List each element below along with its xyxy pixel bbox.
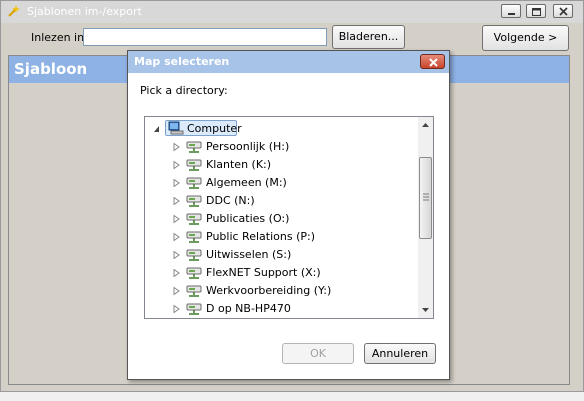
tree-item-label: Uitwisselen (S:)	[206, 248, 292, 261]
expand-arrow-icon[interactable]	[173, 233, 180, 241]
cancel-button[interactable]: Annuleren	[364, 343, 436, 364]
tree-item-label: Public Relations (P:)	[206, 230, 315, 243]
collapse-arrow-icon[interactable]	[153, 125, 160, 133]
network-drive-icon	[186, 213, 202, 225]
tree-item-label: Klanten (K:)	[206, 158, 272, 171]
dialog-title: Map selecteren	[134, 55, 230, 68]
main-titlebar[interactable]: Sjablonen im-/export	[1, 1, 583, 23]
select-folder-dialog: Map selecteren Pick a directory: Compute…	[127, 50, 450, 380]
template-panel-title: Sjabloon	[14, 60, 88, 78]
scroll-thumb[interactable]	[419, 157, 432, 239]
network-drive-icon	[186, 159, 202, 171]
arrow-down-icon	[422, 308, 429, 312]
close-button[interactable]	[553, 4, 573, 18]
minimize-button[interactable]	[501, 4, 521, 18]
tree-item-drive[interactable]: Persoonlijk (H:)	[145, 138, 417, 156]
directory-tree[interactable]: Computer Persoonlijk (H:) Klanten (K:) Alg…	[144, 116, 434, 319]
tree-item-drive[interactable]: D op NB-HP470	[145, 300, 417, 318]
tree-item-label: Werkvoorbereiding (Y:)	[206, 284, 332, 297]
tree-item-drive[interactable]: Algemeen (M:)	[145, 174, 417, 192]
tree-item-drive[interactable]: Werkvoorbereiding (Y:)	[145, 282, 417, 300]
expand-arrow-icon[interactable]	[173, 179, 180, 187]
expand-arrow-icon[interactable]	[173, 161, 180, 169]
tree-item-drive[interactable]: DDC (N:)	[145, 192, 417, 210]
network-drive-icon	[186, 231, 202, 243]
background-strip	[0, 392, 584, 401]
tree-item-label: Publicaties (O:)	[206, 212, 290, 225]
tree-item-drive[interactable]: Publicaties (O:)	[145, 210, 417, 228]
network-drive-icon	[186, 141, 202, 153]
network-drive-icon	[186, 285, 202, 297]
import-label: Inlezen in:	[31, 31, 88, 44]
tree-item-label: Algemeen (M:)	[206, 176, 287, 189]
network-drive-icon	[186, 267, 202, 279]
expand-arrow-icon[interactable]	[173, 143, 180, 151]
dialog-prompt: Pick a directory:	[140, 84, 228, 97]
next-button[interactable]: Volgende >	[482, 25, 569, 51]
tree-item-label: Computer	[187, 122, 242, 135]
tree-item-drive[interactable]: Uitwisselen (S:)	[145, 246, 417, 264]
browse-button[interactable]: Bladeren...	[332, 25, 405, 49]
network-drive-icon	[186, 195, 202, 207]
expand-arrow-icon[interactable]	[173, 197, 180, 205]
network-drive-icon	[186, 177, 202, 189]
wand-icon	[8, 5, 20, 17]
window-title: Sjablonen im-/export	[27, 5, 142, 18]
dialog-titlebar[interactable]: Map selecteren	[128, 51, 449, 73]
ok-button[interactable]: OK	[282, 343, 354, 364]
arrow-up-icon	[422, 123, 429, 127]
minimize-icon	[508, 13, 515, 15]
scroll-down-button[interactable]	[418, 302, 433, 318]
scroll-up-button[interactable]	[418, 117, 433, 133]
close-icon	[559, 7, 568, 16]
tree-item-computer[interactable]: Computer	[145, 120, 417, 138]
close-icon	[429, 58, 438, 67]
tree-item-label: FlexNET Support (X:)	[206, 266, 321, 279]
computer-icon	[168, 121, 184, 135]
grip-icon	[423, 193, 429, 201]
network-drive-icon	[186, 303, 202, 315]
tree-item-label: Persoonlijk (H:)	[206, 140, 290, 153]
import-path-input[interactable]	[83, 28, 327, 46]
network-drive-icon	[186, 249, 202, 261]
expand-arrow-icon[interactable]	[173, 305, 180, 313]
tree-item-drive[interactable]: FlexNET Support (X:)	[145, 264, 417, 282]
expand-arrow-icon[interactable]	[173, 251, 180, 259]
maximize-button[interactable]	[526, 4, 546, 18]
tree-item-drive[interactable]: Klanten (K:)	[145, 156, 417, 174]
expand-arrow-icon[interactable]	[173, 269, 180, 277]
tree-item-label: DDC (N:)	[206, 194, 255, 207]
maximize-icon	[532, 8, 541, 16]
tree-scrollbar[interactable]	[418, 117, 433, 318]
tree-item-drive[interactable]: Public Relations (P:)	[145, 228, 417, 246]
tree-item-label: D op NB-HP470	[206, 302, 291, 315]
expand-arrow-icon[interactable]	[173, 215, 180, 223]
expand-arrow-icon[interactable]	[173, 287, 180, 295]
tree-item-selection: Computer	[165, 120, 242, 136]
dialog-close-button[interactable]	[420, 54, 445, 69]
